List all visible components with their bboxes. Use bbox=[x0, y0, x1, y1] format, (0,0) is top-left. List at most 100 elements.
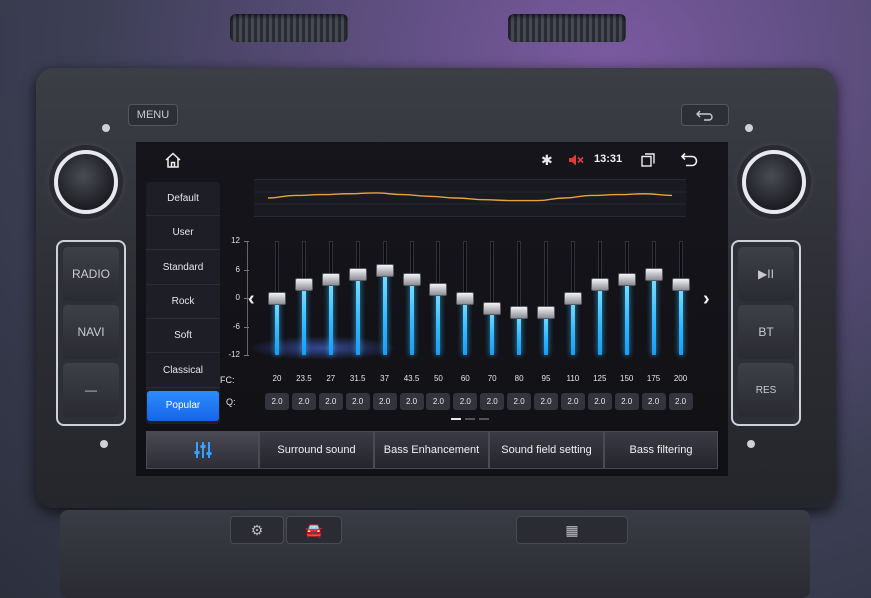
tab-bass-enhancement[interactable]: Bass Enhancement bbox=[374, 431, 489, 469]
mic-dot bbox=[747, 440, 755, 448]
slider-fill bbox=[678, 283, 683, 355]
page-indicator bbox=[451, 418, 491, 422]
bt-button[interactable]: BT bbox=[738, 305, 794, 359]
settings-gear-hw-button[interactable]: ⚙ bbox=[230, 516, 284, 544]
q-value-button[interactable]: 2.0 bbox=[265, 393, 289, 410]
q-row-label: Q: bbox=[226, 397, 236, 407]
preset-popular[interactable]: Popular bbox=[147, 390, 219, 421]
lower-console bbox=[60, 510, 810, 598]
q-value-button[interactable]: 2.0 bbox=[587, 393, 612, 410]
res-button[interactable]: RES bbox=[738, 363, 794, 417]
slider-handle[interactable] bbox=[375, 263, 394, 277]
slider-handle[interactable] bbox=[294, 277, 313, 291]
mute-icon[interactable] bbox=[568, 152, 584, 168]
volume-knob[interactable] bbox=[54, 150, 118, 214]
screw-dot bbox=[745, 124, 753, 132]
slider-handle[interactable] bbox=[563, 292, 582, 305]
menu-button[interactable]: MENU bbox=[128, 104, 178, 126]
slider-handle[interactable] bbox=[321, 273, 340, 286]
slider-handle[interactable] bbox=[510, 306, 529, 320]
scale-tick bbox=[244, 326, 249, 328]
heat-hw-button[interactable]: ▦ bbox=[516, 516, 628, 544]
q-value-button[interactable]: 2.0 bbox=[668, 393, 693, 410]
radio-button[interactable]: RADIO bbox=[63, 247, 119, 301]
scale-label: 0 bbox=[235, 293, 240, 302]
slider-fill bbox=[570, 298, 575, 355]
air-vent-left bbox=[230, 14, 348, 42]
slider-handle[interactable] bbox=[537, 306, 555, 320]
page-dot bbox=[479, 418, 489, 420]
slider-fill bbox=[490, 307, 495, 355]
tune-knob[interactable] bbox=[742, 150, 806, 214]
bottom-tab-bar: Surround sound Bass Enhancement Sound fi… bbox=[146, 431, 718, 469]
slider-fill bbox=[436, 288, 441, 355]
q-value-button[interactable]: 2.0 bbox=[480, 393, 505, 410]
slider-fill bbox=[409, 279, 414, 355]
car-hw-button[interactable]: 🚘 bbox=[286, 516, 342, 544]
slider-fill bbox=[597, 283, 602, 355]
slider-handle[interactable] bbox=[671, 277, 690, 291]
scale-tick bbox=[244, 269, 249, 271]
dash-button[interactable]: — bbox=[63, 363, 119, 417]
status-bar: ✱ 13:31 bbox=[136, 142, 728, 178]
slider-fill bbox=[651, 274, 656, 355]
slider-fill bbox=[301, 283, 306, 355]
preset-classical[interactable]: Classical bbox=[146, 354, 220, 388]
tab-sound-field-setting[interactable]: Sound field setting bbox=[489, 431, 604, 469]
q-value-button[interactable]: 2.0 bbox=[399, 393, 424, 410]
q-value-button[interactable]: 2.0 bbox=[560, 393, 585, 410]
preset-default[interactable]: Default bbox=[146, 182, 220, 216]
q-value-button[interactable]: 2.0 bbox=[291, 393, 316, 410]
q-value-button[interactable]: 2.0 bbox=[614, 393, 639, 410]
slider-handle[interactable] bbox=[644, 268, 663, 282]
preset-standard[interactable]: Standard bbox=[146, 251, 220, 285]
windows-icon[interactable] bbox=[641, 153, 655, 167]
slider-handle[interactable] bbox=[268, 292, 286, 305]
slider-fill bbox=[624, 279, 629, 355]
scale-label: -6 bbox=[232, 321, 240, 331]
right-hardware-buttons: ▶II BT RES bbox=[731, 240, 801, 426]
fc-value: 200 bbox=[673, 374, 688, 383]
prev-page-arrow[interactable]: ‹ bbox=[248, 288, 255, 311]
screw-dot bbox=[102, 124, 110, 132]
back-arrow-icon bbox=[696, 110, 713, 121]
tab-surround-sound[interactable]: Surround sound bbox=[259, 431, 374, 469]
q-value-button[interactable]: 2.0 bbox=[641, 393, 666, 410]
q-value-button[interactable]: 2.0 bbox=[534, 393, 558, 410]
car-icon: 🚘 bbox=[305, 521, 323, 538]
tab-equalizer[interactable] bbox=[146, 431, 259, 469]
preset-soft[interactable]: Soft bbox=[146, 319, 220, 354]
q-value-button[interactable]: 2.0 bbox=[426, 393, 451, 410]
slider-handle[interactable] bbox=[402, 273, 421, 286]
q-value-button[interactable]: 2.0 bbox=[345, 393, 370, 410]
tab-bass-filtering[interactable]: Bass filtering bbox=[604, 431, 718, 469]
scale-label: 6 bbox=[235, 264, 240, 274]
slider-handle[interactable] bbox=[429, 282, 448, 296]
q-value-button[interactable]: 2.0 bbox=[318, 393, 343, 410]
navi-button[interactable]: NAVI bbox=[63, 305, 119, 359]
q-value-button[interactable]: 2.0 bbox=[453, 393, 478, 410]
slider-handle[interactable] bbox=[590, 277, 609, 291]
play-pause-button[interactable]: ▶II bbox=[738, 247, 794, 301]
gear-icon: ⚙ bbox=[250, 521, 264, 538]
slider-handle[interactable] bbox=[617, 273, 636, 286]
slider-handle[interactable] bbox=[456, 292, 475, 305]
next-page-arrow[interactable]: › bbox=[703, 288, 710, 311]
page-dot-active bbox=[451, 418, 461, 420]
slider-fill bbox=[382, 269, 387, 355]
heat-icon: ▦ bbox=[565, 521, 579, 538]
slider-handle[interactable] bbox=[483, 301, 502, 315]
preset-rock[interactable]: Rock bbox=[146, 285, 220, 319]
left-hardware-buttons: RADIO NAVI — bbox=[56, 240, 126, 426]
return-icon[interactable] bbox=[680, 151, 698, 169]
scale-tick bbox=[244, 241, 249, 242]
q-value-button[interactable]: 2.0 bbox=[372, 393, 397, 410]
home-icon[interactable] bbox=[164, 151, 182, 169]
hardware-back-button[interactable] bbox=[681, 104, 729, 126]
eq-curve bbox=[254, 179, 686, 217]
slider-handle[interactable] bbox=[348, 268, 367, 282]
slider-fill bbox=[275, 298, 279, 355]
preset-user[interactable]: User bbox=[146, 216, 220, 251]
mic-dot bbox=[100, 440, 108, 448]
q-value-button[interactable]: 2.0 bbox=[507, 393, 532, 410]
